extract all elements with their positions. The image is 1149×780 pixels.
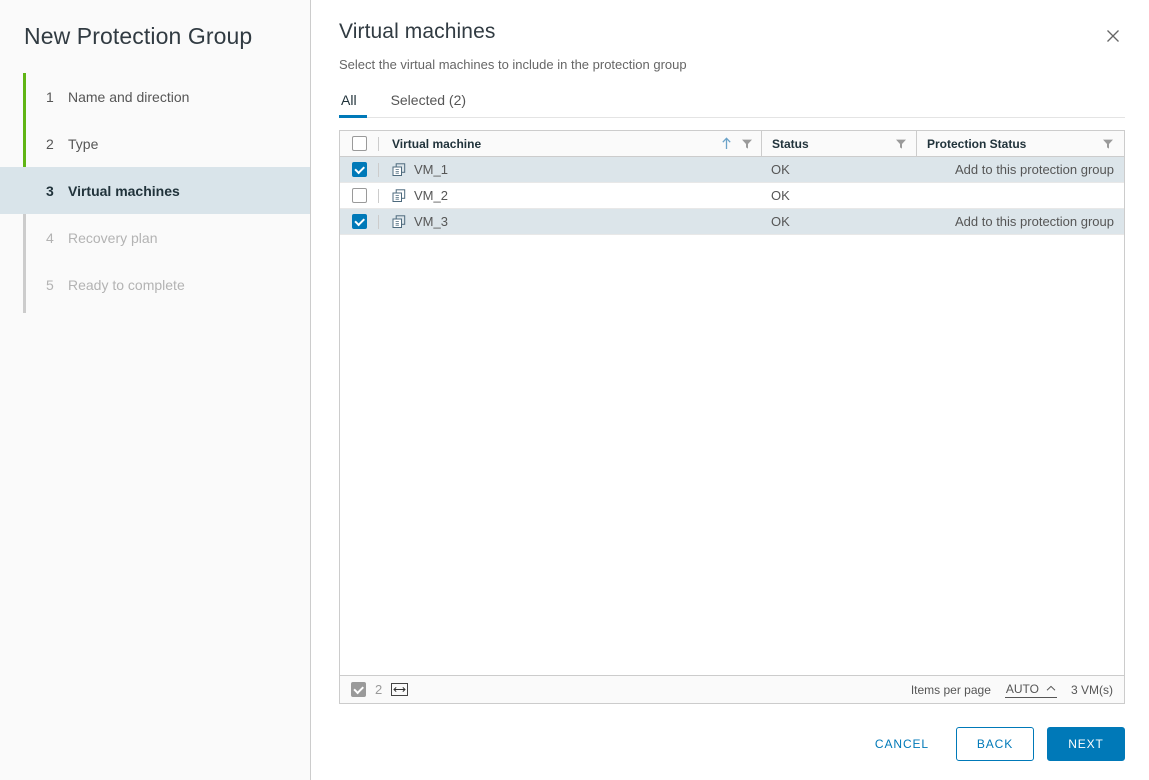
row-select-cell [340,209,378,234]
filter-funnel-icon[interactable] [741,138,753,150]
sidebar-step-recovery-plan: 4 Recovery plan [0,214,310,261]
column-header-label: Status [772,136,809,151]
filter-funnel-icon[interactable] [1102,138,1114,150]
column-header-label: Protection Status [927,136,1027,151]
row-sort-spacer [713,157,761,182]
tab-all[interactable]: All [339,92,367,118]
footer-selection-checkbox[interactable] [351,682,366,697]
row-sort-spacer [713,183,761,208]
column-header-protection-status[interactable]: Protection Status [916,131,1124,156]
virtual-machine-icon [392,188,406,203]
chevron-up-glyph [1046,685,1056,691]
cell-status: OK [761,209,916,234]
cell-protection-status: Add to this protection group [916,157,1124,182]
sidebar-step-ready-to-complete: 5 Ready to complete [0,261,310,308]
step-label: Recovery plan [68,229,158,246]
selected-count: 2 [375,682,383,697]
virtual-machine-glyph [392,162,406,176]
cell-protection-status [916,183,1124,208]
cell-protection-status: Add to this protection group [916,209,1124,234]
cell-status: OK [761,183,916,208]
protection-status-value: Add to this protection group [955,214,1114,229]
new-protection-group-wizard: New Protection Group 1 Name and directio… [0,0,1149,780]
cell-virtual-machine: VM_1 [379,157,713,182]
cell-virtual-machine: VM_2 [379,183,713,208]
wizard-title: New Protection Group [24,23,253,49]
back-button[interactable]: BACK [956,727,1034,761]
close-icon-glyph [1107,30,1119,42]
status-value: OK [771,188,790,203]
next-button[interactable]: NEXT [1047,727,1125,761]
table-row[interactable]: VM_3 OK Add to this protection group [340,209,1124,235]
step-number: 2 [46,135,54,152]
step-label: Virtual machines [68,182,180,199]
virtual-machine-icon [392,214,406,229]
column-header-virtual-machine[interactable]: Virtual machine [379,131,713,156]
virtual-machine-glyph [392,188,406,202]
table-row[interactable]: VM_1 OK Add to this protection group [340,157,1124,183]
sort-arrow-up-glyph [722,137,731,149]
row-checkbox[interactable] [351,188,367,203]
virtual-machine-name: VM_3 [414,214,448,229]
sort-arrow-up-icon[interactable] [721,137,732,150]
filter-funnel-glyph [1103,139,1113,149]
items-per-page-label: Items per page [910,682,991,697]
cell-status: OK [761,157,916,182]
items-per-page-value: AUTO [1005,681,1039,696]
tab-selected[interactable]: Selected (2) [389,92,476,118]
sidebar-step-type[interactable]: 2 Type [0,120,310,167]
cancel-button[interactable]: CANCEL [861,727,943,761]
virtual-machine-sort-controls [713,131,761,156]
row-select-cell [340,157,378,182]
step-number: 3 [46,182,54,199]
virtual-machines-table: Virtual machine Status Protection Status… [339,130,1125,704]
table-footer: 2 Items per page AUTO 3 VM(s) [340,675,1124,703]
row-select-cell [340,183,378,208]
step-label: Name and direction [68,88,190,105]
sidebar-step-virtual-machines[interactable]: 3 Virtual machines [0,167,310,214]
virtual-machine-name: VM_2 [414,188,448,203]
status-value: OK [771,214,790,229]
filter-funnel-glyph [742,139,752,149]
wizard-steps: 1 Name and direction 2 Type 3 Virtual ma… [0,73,310,313]
virtual-machine-glyph [392,214,406,228]
filter-funnel-glyph [896,139,906,149]
wizard-sidebar: New Protection Group 1 Name and directio… [0,0,311,780]
row-sort-spacer [713,209,761,234]
select-all-checkbox[interactable] [351,136,367,151]
page-subtitle: Select the virtual machines to include i… [339,57,687,72]
protection-status-value: Add to this protection group [955,162,1114,177]
table-footer-right: Items per page AUTO 3 VM(s) [911,682,1113,698]
tab-list: All Selected (2) [339,91,1125,118]
wizard-content: Virtual machines Select the virtual mach… [311,0,1149,780]
close-icon[interactable] [1105,22,1133,50]
fit-columns-glyph [393,687,406,692]
wizard-actions: CANCEL BACK NEXT [861,727,1125,761]
table-row[interactable]: VM_2 OK [340,183,1124,209]
cell-virtual-machine: VM_3 [379,209,713,234]
page-title: Virtual machines [339,20,496,43]
fit-columns-icon[interactable] [391,683,409,696]
step-label: Ready to complete [68,276,185,293]
total-items-label: 3 VM(s) [1071,682,1113,697]
virtual-machine-icon [392,162,406,177]
row-checkbox[interactable] [351,162,367,177]
sidebar-step-name-and-direction[interactable]: 1 Name and direction [0,73,310,120]
step-number: 1 [46,88,54,105]
status-value: OK [771,162,790,177]
filter-funnel-icon[interactable] [895,138,907,150]
chevron-up-icon [1046,685,1056,692]
select-all-cell [340,131,378,156]
items-per-page-select[interactable]: AUTO [1004,681,1057,698]
table-header-row: Virtual machine Status Protection Status [340,131,1124,157]
step-number: 4 [46,229,54,246]
virtual-machine-name: VM_1 [414,162,448,177]
table-body: VM_1 OK Add to this protection group VM_… [340,157,1124,675]
column-header-status[interactable]: Status [761,131,916,156]
table-footer-left: 2 [351,682,409,697]
column-header-label: Virtual machine [392,136,482,151]
row-checkbox[interactable] [351,214,367,229]
step-number: 5 [46,276,54,293]
